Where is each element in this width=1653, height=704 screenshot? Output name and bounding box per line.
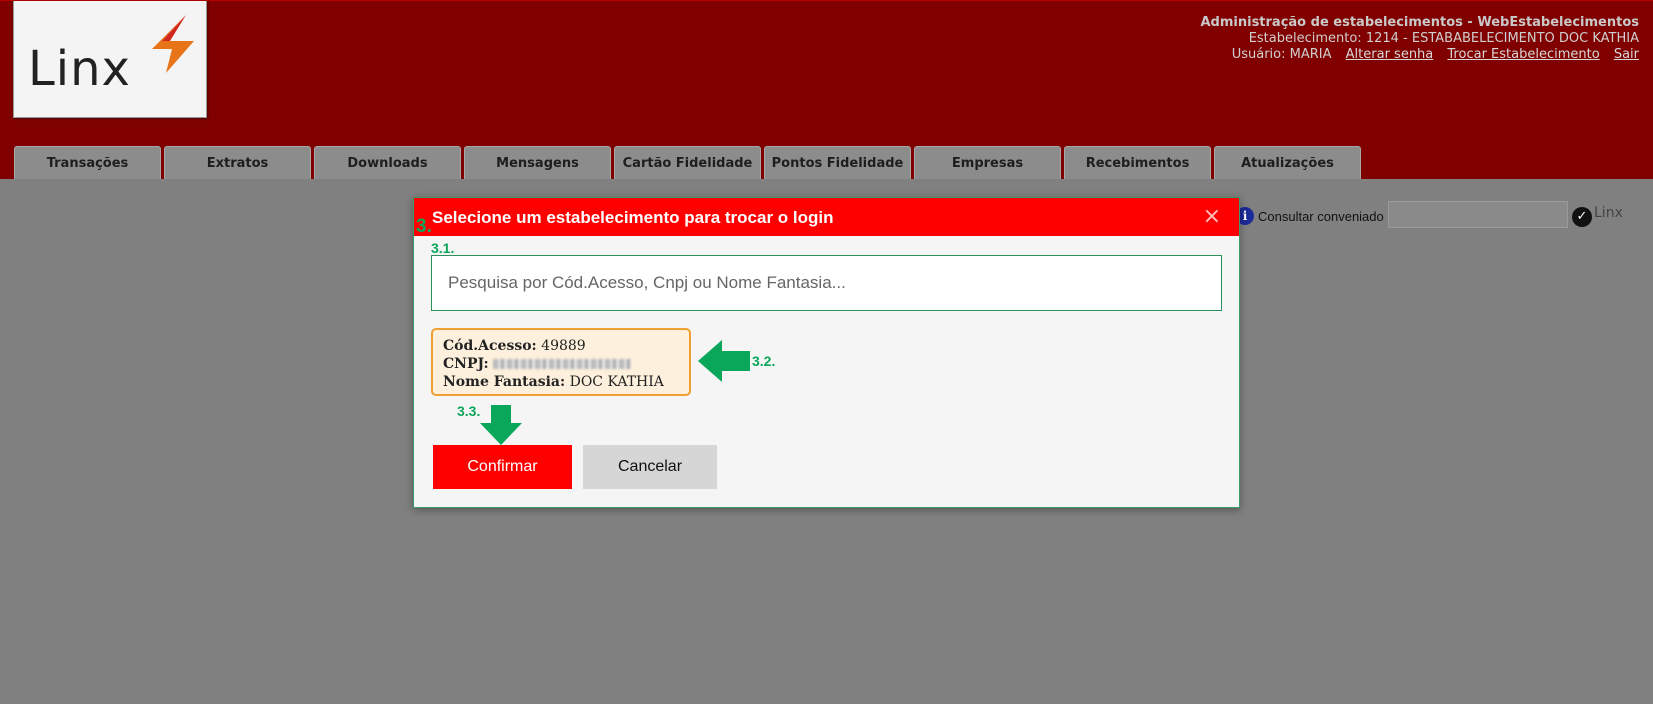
check-icon[interactable]: ✓ xyxy=(1572,207,1592,227)
logout-link[interactable]: Sair xyxy=(1614,47,1639,62)
user-label: Usuário: MARIA xyxy=(1231,47,1332,62)
close-icon[interactable]: × xyxy=(1203,204,1221,229)
code-row: Cód.Acesso: 49889 xyxy=(443,337,679,355)
logo-mark-icon xyxy=(152,15,194,73)
code-label: Cód.Acesso: xyxy=(443,338,537,354)
tab-downloads[interactable]: Downloads xyxy=(314,146,461,179)
annotation-step: 3. xyxy=(416,216,432,237)
arrow-left-icon xyxy=(698,340,750,382)
consult-input[interactable] xyxy=(1388,201,1568,228)
app-title: Administração de estabelecimentos - WebE… xyxy=(1200,15,1639,30)
main-nav: Transações Extratos Downloads Mensagens … xyxy=(14,146,1364,180)
change-password-link[interactable]: Alterar senha xyxy=(1346,47,1434,62)
cnpj-label: CNPJ: xyxy=(443,356,489,372)
tab-pontos-fidelidade[interactable]: Pontos Fidelidade xyxy=(764,146,911,179)
top-header: Linx Administração de estabelecimentos -… xyxy=(0,0,1653,179)
user-row: Usuário: MARIA Alterar senha Trocar Esta… xyxy=(1200,47,1639,63)
establishment-result[interactable]: Cód.Acesso: 49889 CNPJ: Nome Fantasia: D… xyxy=(431,328,691,396)
logo-text: Linx xyxy=(28,41,131,97)
tab-cartao-fidelidade[interactable]: Cartão Fidelidade xyxy=(614,146,761,179)
search-input[interactable] xyxy=(431,255,1222,311)
mini-logo: Linx xyxy=(1594,205,1623,221)
tab-transacoes[interactable]: Transações xyxy=(14,146,161,179)
arrow-down-icon xyxy=(480,405,522,445)
linx-logo: Linx xyxy=(13,1,207,118)
confirm-button[interactable]: Confirmar xyxy=(433,445,572,489)
tab-extratos[interactable]: Extratos xyxy=(164,146,311,179)
annotation-card: 3.2. xyxy=(752,353,776,369)
cnpj-redacted xyxy=(492,359,631,369)
tab-atualizacoes[interactable]: Atualizações xyxy=(1214,146,1361,179)
cancel-button[interactable]: Cancelar xyxy=(583,445,717,489)
consult-toolbar: i Consultar conveniado ✓ Linx xyxy=(1236,201,1646,232)
modal-header: Selecione um estabelecimento para trocar… xyxy=(414,198,1239,236)
establishment-label: Estabelecimento: 1214 - ESTABABELECIMENT… xyxy=(1248,31,1639,46)
tab-mensagens[interactable]: Mensagens xyxy=(464,146,611,179)
switch-establishment-modal: Selecione um estabelecimento para trocar… xyxy=(413,197,1240,508)
switch-establishment-link[interactable]: Trocar Estabelecimento xyxy=(1447,47,1599,62)
name-row: Nome Fantasia: DOC KATHIA xyxy=(443,373,679,391)
consult-label: Consultar conveniado xyxy=(1258,209,1384,224)
annotation-search: 3.1. xyxy=(431,240,455,256)
name-value: DOC KATHIA xyxy=(569,374,664,390)
modal-title: Selecione um estabelecimento para trocar… xyxy=(432,208,834,227)
cnpj-row: CNPJ: xyxy=(443,355,679,373)
tab-empresas[interactable]: Empresas xyxy=(914,146,1061,179)
code-value: 49889 xyxy=(541,338,586,354)
name-label: Nome Fantasia: xyxy=(443,374,566,390)
tab-recebimentos[interactable]: Recebimentos xyxy=(1064,146,1211,179)
header-info: Administração de estabelecimentos - WebE… xyxy=(1200,15,1639,63)
annotation-confirm: 3.3. xyxy=(457,403,481,419)
